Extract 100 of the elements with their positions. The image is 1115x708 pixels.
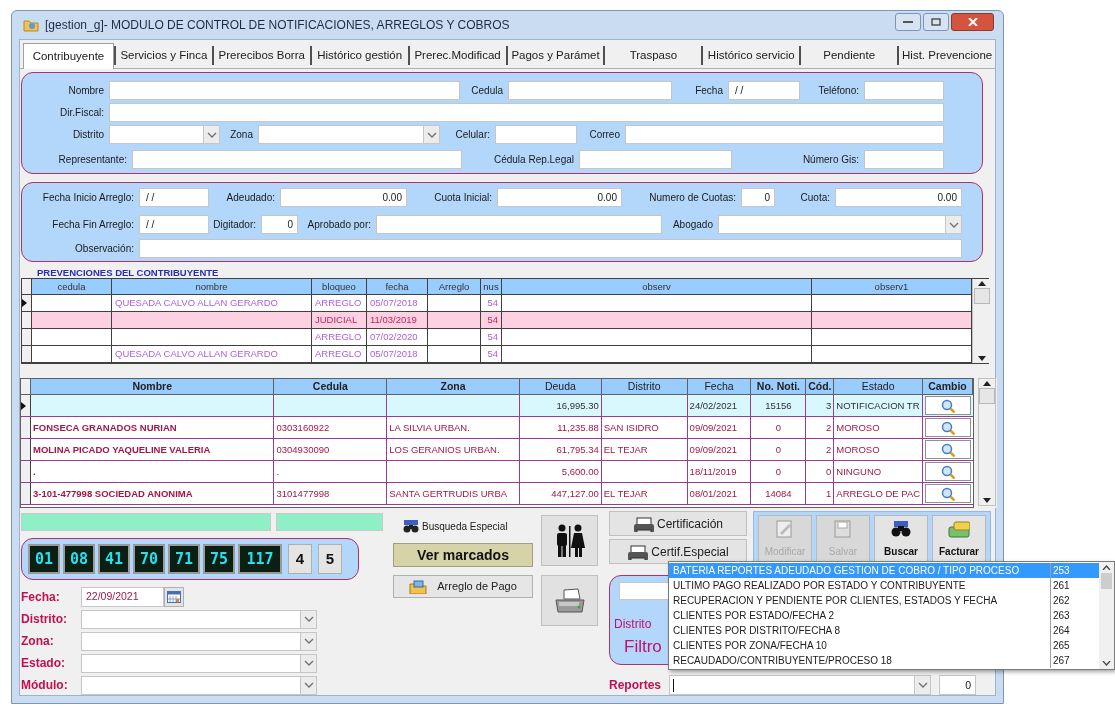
- table-cell: NOTIFICACION TR: [834, 395, 924, 416]
- field-label: Distrito: [71, 128, 105, 142]
- option-text: ULTIMO PAGO REALIZADO POR ESTADO Y CONTRIBUYENTE: [669, 578, 1051, 593]
- field-label: Zona: [229, 128, 254, 142]
- table-cell: QUESADA CALVO ALLAN GERARDO: [112, 346, 312, 362]
- table-cell: LA SILVIA URBAN.: [387, 417, 520, 438]
- field-label: Distrito:: [21, 611, 68, 628]
- table-cell: 3-101-477998 SOCIEDAD ANONIMA: [31, 483, 275, 504]
- table-cell: 54: [481, 329, 502, 345]
- table-cell: JUDICIAL: [312, 312, 367, 328]
- field-label: Abogado: [671, 218, 714, 232]
- field-label: Adeudado:: [225, 191, 276, 205]
- panel-title: Filtro: [624, 637, 662, 657]
- field-label: Representante:: [57, 153, 128, 167]
- table-cell: 0303160922: [274, 417, 388, 438]
- table-cell: 61,795.34: [519, 439, 602, 460]
- table-cell: 3101477998: [274, 483, 388, 504]
- option-code: 253: [1052, 564, 1070, 578]
- option-text: CLIENTES POR DISTRITO/FECHA 8: [669, 623, 1051, 638]
- field-label: Celular:: [454, 128, 491, 142]
- table-cell: 15156: [751, 395, 807, 416]
- table-cell: .: [274, 461, 388, 482]
- table-cell: ARREGLO: [312, 346, 367, 362]
- field-label: Aprobado por:: [306, 218, 372, 232]
- table-cell: 54: [481, 295, 502, 311]
- table-cell: 447,127.00: [519, 483, 602, 504]
- button-label: Busqueda Especial: [422, 519, 508, 534]
- field-label: Cédula Rep.Legal: [492, 153, 575, 167]
- table-cell: 54: [481, 346, 502, 362]
- field-label: Cuota:: [799, 191, 831, 205]
- digital-counter: 117: [238, 544, 282, 574]
- table-cell: 2: [806, 439, 835, 460]
- option-code: 262: [1052, 594, 1070, 608]
- field-label: Correo: [588, 128, 621, 142]
- field-label: Zona:: [21, 633, 55, 650]
- digital-counter: 70: [133, 544, 165, 574]
- digital-counter: 08: [63, 544, 95, 574]
- field-label: Teléfono:: [817, 84, 860, 98]
- table-cell: FONSECA GRANADOS NURIAN: [31, 417, 275, 438]
- option-code: 263: [1052, 609, 1070, 623]
- digital-counter: 01: [28, 544, 60, 574]
- digital-counter: 75: [203, 544, 235, 574]
- field-label: Cuota Inicial:: [433, 191, 493, 205]
- table-cell: ARREGLO: [312, 329, 367, 345]
- table-cell: 07/02/2020: [367, 329, 428, 345]
- digital-counter: 41: [98, 544, 130, 574]
- table-cell: 09/09/2021: [687, 417, 752, 438]
- option-code: 265: [1052, 639, 1070, 653]
- field-label: Fecha Fin Arreglo:: [51, 218, 135, 232]
- table-cell: ARREGLO DE PAC: [834, 483, 924, 504]
- table-cell: 11,235.88: [519, 417, 602, 438]
- field-label: Estado:: [21, 655, 66, 672]
- field-label: Observación:: [74, 242, 135, 256]
- field-label: Numero de Cuotas:: [648, 191, 737, 205]
- table-cell: 24/02/2021: [687, 395, 752, 416]
- option-code: 264: [1052, 624, 1070, 638]
- table-cell: MOROSO: [834, 417, 924, 438]
- counter-box: 5: [318, 544, 342, 574]
- field-label: Distrito: [614, 617, 652, 631]
- table-cell: LOS GERANIOS URBAN.: [387, 439, 520, 460]
- table-cell: 0: [751, 417, 807, 438]
- table-cell: 11/03/2019: [367, 312, 428, 328]
- table-cell: QUESADA CALVO ALLAN GERARDO: [112, 295, 312, 311]
- field-label: Nombre: [67, 84, 105, 98]
- table-cell: MOROSO: [834, 439, 924, 460]
- option-code: 267: [1052, 654, 1070, 668]
- table-cell: 09/09/2021: [687, 439, 752, 460]
- field-label: Reportes: [609, 677, 662, 694]
- table-cell: SAN ISIDRO: [601, 417, 688, 438]
- field-label: Número Gis:: [801, 153, 860, 167]
- table-cell: .: [31, 461, 275, 482]
- table-cell: 5,600.00: [519, 461, 602, 482]
- field-label: Fecha Inicio Arreglo:: [41, 191, 135, 205]
- field-label: Módulo:: [21, 677, 69, 694]
- table-cell: 0304930090: [274, 439, 388, 460]
- option-text: CLIENTES POR ZONA/FECHA 10: [669, 638, 1051, 653]
- table-cell: 0: [806, 461, 835, 482]
- option-code: 261: [1052, 579, 1070, 593]
- digital-counter: 71: [168, 544, 200, 574]
- table-cell: 18/11/2019: [687, 461, 752, 482]
- table-cell: 16,995.30: [519, 395, 602, 416]
- table-cell: 1: [806, 483, 835, 504]
- option-text: CLIENTES POR ESTADO/FECHA 2: [669, 608, 1051, 623]
- window-title: [gestion_g]- MODULO DE CONTROL DE NOTIFICACIONES, ARREGLOS Y COBROS: [45, 17, 511, 34]
- field-label: Dir.Fiscal:: [59, 106, 105, 120]
- option-text: RECUPERACION Y PENDIENTE POR CLIENTES, ESTADOS Y FECHA: [669, 593, 1051, 608]
- table-cell: 2: [806, 417, 835, 438]
- field-label: Cedula: [470, 84, 504, 98]
- table-cell: 05/07/2018: [367, 295, 428, 311]
- table-cell: 05/07/2018: [367, 346, 428, 362]
- table-cell: 3: [806, 395, 835, 416]
- counter-box: 4: [288, 544, 312, 574]
- table-cell: 0: [751, 439, 807, 460]
- table-cell: EL TEJAR: [601, 439, 688, 460]
- field-label: Fecha: [694, 84, 724, 98]
- section-title: PREVENCIONES DEL CONTRIBUYENTE: [37, 267, 220, 278]
- field-label: Fecha:: [21, 589, 61, 606]
- table-cell: 0: [751, 461, 807, 482]
- option-text: RECAUDADO/CONTRIBUYENTE/PROCESO 18: [669, 653, 1051, 668]
- table-cell: 54: [481, 312, 502, 328]
